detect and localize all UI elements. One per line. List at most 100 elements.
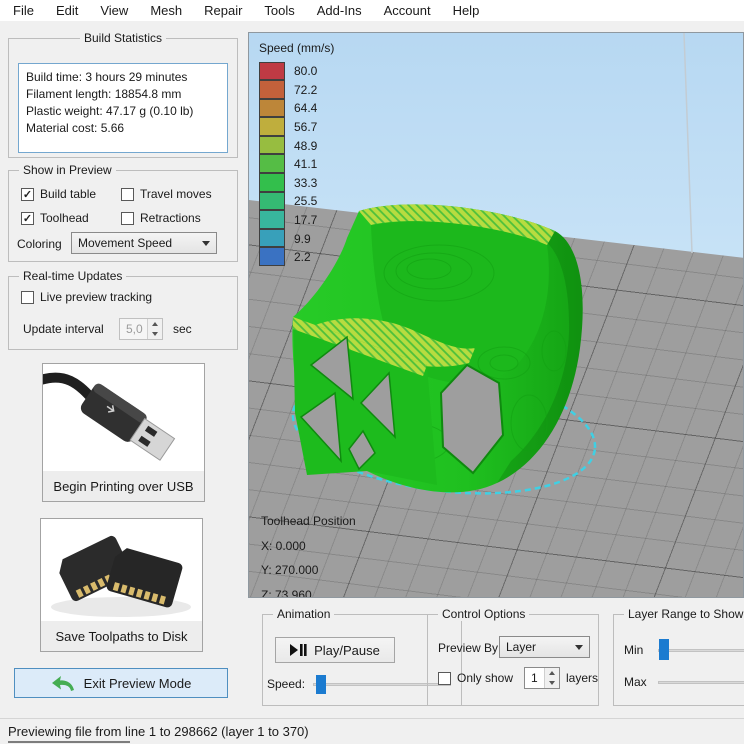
legend-row: 56.7: [259, 117, 334, 137]
update-interval-label: Update interval: [23, 322, 104, 336]
checkbox-live-preview-box[interactable]: [21, 290, 34, 304]
layers-label: layers: [566, 671, 599, 685]
checkbox-retractions-label: Retractions: [140, 211, 201, 225]
toolhead-x: X: 0.000: [261, 538, 306, 553]
checkbox-toolhead-label: Toolhead: [40, 211, 89, 225]
checkbox-build-table-box[interactable]: ✓: [21, 187, 34, 201]
min-slider-handle[interactable]: [659, 639, 669, 660]
save-toolpaths-label: Save Toolpaths to Disk: [41, 621, 202, 651]
status-progress-mark: [8, 741, 130, 743]
spin-down-icon[interactable]: [545, 678, 559, 688]
checkbox-travel-moves-label: Travel moves: [140, 187, 212, 201]
legend-swatch: [259, 154, 285, 174]
legend-value: 9.9: [294, 231, 311, 246]
update-interval-spinner[interactable]: 5,0: [119, 318, 163, 340]
spin-up-icon[interactable]: [148, 319, 162, 329]
animation-title: Animation: [273, 607, 335, 621]
legend-value: 41.1: [294, 157, 318, 172]
legend-row: 33.3: [259, 173, 334, 193]
checkbox-travel-moves-box[interactable]: [121, 187, 134, 201]
checkbox-build-table-label: Build table: [40, 187, 97, 201]
checkbox-retractions-box[interactable]: [121, 211, 134, 225]
min-slider-groove[interactable]: [658, 649, 744, 652]
menu-repair[interactable]: Repair: [193, 0, 253, 22]
legend-swatch: [259, 135, 285, 155]
menu-edit[interactable]: Edit: [45, 0, 89, 22]
save-toolpaths-button[interactable]: Save Toolpaths to Disk: [40, 518, 203, 652]
menu-file[interactable]: File: [2, 0, 45, 22]
build-statistics-title: Build Statistics: [79, 31, 167, 45]
speed-legend: Speed (mm/s) 80.0 72.2 64.4 56.7 48.9 41…: [259, 41, 334, 267]
legend-row: 25.5: [259, 191, 334, 211]
legend-value: 72.2: [294, 82, 318, 97]
legend-swatch: [259, 210, 285, 229]
checkbox-build-table[interactable]: ✓ Build table: [21, 187, 96, 201]
legend-swatch: [259, 80, 285, 99]
preview-by-value: Layer: [506, 640, 537, 654]
coloring-label: Coloring: [17, 237, 62, 251]
checkbox-toolhead[interactable]: ✓ Toolhead: [21, 211, 89, 225]
speed-slider-handle[interactable]: [316, 675, 326, 694]
checkbox-retractions[interactable]: Retractions: [121, 211, 201, 225]
menu-mesh[interactable]: Mesh: [139, 0, 193, 22]
layer-range-title: Layer Range to Show: [624, 607, 744, 621]
spin-down-icon[interactable]: [148, 329, 162, 339]
show-in-preview-group: Show in Preview ✓ Build table Travel mov…: [8, 163, 238, 262]
legend-row: 2.2: [259, 247, 334, 267]
legend-swatch: [259, 98, 285, 118]
menu-tools[interactable]: Tools: [253, 0, 305, 22]
menu-help[interactable]: Help: [442, 0, 491, 22]
show-in-preview-title: Show in Preview: [19, 163, 116, 177]
stat-filament-length: Filament length: 18854.8 mm: [26, 87, 182, 101]
only-show-spin-buttons[interactable]: [544, 668, 559, 688]
spin-up-icon[interactable]: [545, 668, 559, 678]
begin-printing-usb-label: Begin Printing over USB: [43, 471, 204, 501]
checkbox-only-show[interactable]: Only show: [438, 671, 513, 685]
legend-swatch: [259, 117, 285, 136]
preview-by-dropdown[interactable]: Layer: [499, 636, 590, 658]
status-bar: Previewing file from line 1 to 298662 (l…: [0, 718, 744, 744]
legend-swatch: [259, 247, 285, 267]
legend-row: 72.2: [259, 80, 334, 100]
legend-value: 56.7: [294, 120, 318, 135]
checkbox-only-show-box[interactable]: [438, 671, 451, 685]
preview-by-label: Preview By: [438, 641, 499, 655]
realtime-updates-group: Real-time Updates Live preview tracking …: [8, 269, 238, 350]
checkbox-toolhead-box[interactable]: ✓: [21, 211, 34, 225]
legend-value: 80.0: [294, 64, 318, 79]
toolhead-y: Y: 270.000: [261, 563, 319, 577]
update-interval-spin-buttons[interactable]: [147, 319, 162, 339]
legend-row: 17.7: [259, 210, 334, 230]
legend-row: 9.9: [259, 228, 334, 248]
build-statistics-box: Build time: 3 hours 29 minutes Filament …: [18, 63, 228, 153]
control-options-group: Control Options Preview By Layer Only sh…: [427, 607, 599, 706]
status-text: Previewing file from line 1 to 298662 (l…: [8, 724, 309, 739]
legend-swatch: [259, 61, 285, 81]
menu-view[interactable]: View: [89, 0, 139, 22]
sd-cards-image: [41, 519, 202, 621]
legend-row: 64.4: [259, 98, 334, 118]
stat-plastic-weight: Plastic weight: 47.17 g (0.10 lb): [26, 104, 194, 118]
checkbox-travel-moves[interactable]: Travel moves: [121, 187, 212, 201]
exit-preview-mode-button[interactable]: Exit Preview Mode: [14, 668, 228, 698]
stat-material-cost: Material cost: 5.66: [26, 121, 125, 135]
speed-legend-title: Speed (mm/s): [259, 41, 335, 55]
begin-printing-usb-button[interactable]: Begin Printing over USB: [42, 363, 205, 502]
build-volume-edge: [683, 33, 693, 254]
checkbox-live-preview[interactable]: Live preview tracking: [21, 290, 152, 304]
exit-preview-mode-label: Exit Preview Mode: [83, 675, 192, 691]
min-label: Min: [624, 643, 644, 657]
checkbox-only-show-label: Only show: [457, 671, 514, 685]
only-show-spinner[interactable]: 1: [524, 667, 560, 689]
chevron-down-icon: [575, 644, 583, 650]
legend-value: 48.9: [294, 138, 318, 153]
legend-value: 25.5: [294, 194, 318, 209]
coloring-dropdown[interactable]: Movement Speed: [71, 232, 217, 254]
play-pause-button[interactable]: Play/Pause: [275, 637, 395, 663]
menu-addins[interactable]: Add-Ins: [306, 0, 373, 22]
play-pause-label: Play/Pause: [314, 642, 380, 658]
toolhead-z: Z: 73.960: [261, 587, 312, 598]
preview-3d-viewport[interactable]: Speed (mm/s) 80.0 72.2 64.4 56.7 48.9 41…: [248, 32, 744, 598]
max-slider-groove[interactable]: [658, 681, 744, 684]
menu-account[interactable]: Account: [373, 0, 442, 22]
